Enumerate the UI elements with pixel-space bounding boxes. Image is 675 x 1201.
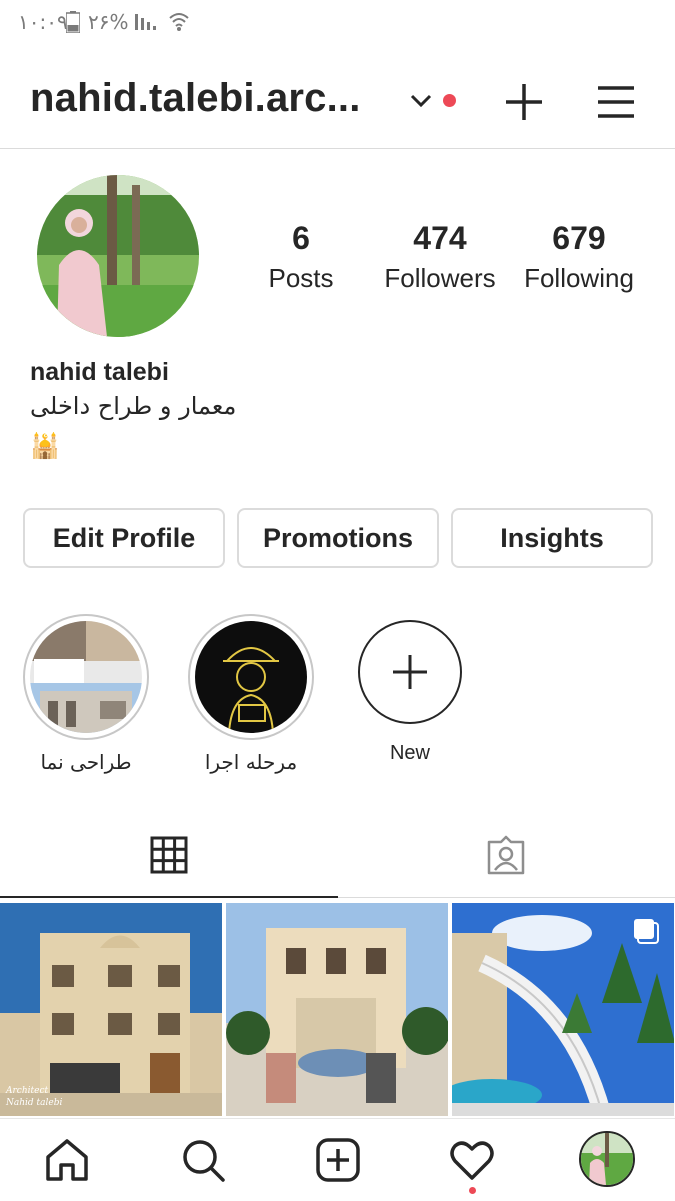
highlight-thumbnail [30, 621, 142, 733]
wifi-icon [169, 13, 189, 31]
post-thumbnail[interactable] [226, 903, 448, 1116]
profile-avatar[interactable] [579, 1131, 635, 1187]
post-image [226, 903, 448, 1116]
heart-icon[interactable] [449, 1137, 495, 1183]
battery-percent: ۲۶% [88, 10, 129, 34]
multiple-posts-icon [634, 919, 659, 944]
stat-following-label: Following [524, 263, 634, 293]
stat-posts[interactable]: 6 Posts [231, 218, 371, 298]
plus-icon[interactable] [500, 78, 548, 126]
highlight-ring [188, 614, 314, 740]
hamburger-menu-icon[interactable] [592, 78, 640, 126]
notification-dot [443, 94, 456, 107]
grid-icon[interactable] [150, 836, 188, 874]
highlight-label: New [389, 742, 430, 764]
home-icon[interactable] [44, 1137, 90, 1183]
tagged-icon[interactable] [485, 834, 527, 876]
active-tab-indicator [0, 896, 338, 898]
highlight-label: طراحی نما [40, 750, 132, 774]
profile-photo-small [581, 1133, 633, 1185]
edit-profile-button[interactable]: Edit Profile [23, 508, 225, 568]
new-post-icon[interactable] [315, 1137, 361, 1183]
stat-following-number: 679 [552, 220, 606, 256]
stat-following[interactable]: 679 Following [509, 218, 649, 298]
battery-icon [66, 11, 80, 33]
activity-dot [469, 1187, 476, 1194]
status-bar: ۱۰:۰۹ ۲۶% [0, 0, 675, 44]
profile-tabs [0, 810, 675, 900]
highlight-execution-stage[interactable]: مرحله اجرا [186, 614, 316, 774]
chevron-down-icon[interactable] [408, 88, 434, 114]
username-switcher[interactable]: nahid.talebi.arc... [30, 76, 361, 121]
profile-avatar[interactable] [37, 175, 199, 337]
profile-photo [37, 175, 199, 337]
stat-followers-number: 474 [413, 220, 467, 256]
stat-posts-label: Posts [268, 263, 334, 293]
status-time: ۱۰:۰۹ [18, 10, 68, 34]
post-watermark: Architect Nahid talebi [6, 1086, 63, 1108]
new-highlight-ring [358, 620, 462, 724]
highlight-facade-design[interactable]: طراحی نما [21, 614, 151, 774]
mosque-emoji: 🕌 [30, 433, 60, 460]
insights-button[interactable]: Insights [451, 508, 653, 568]
plus-icon [393, 655, 427, 689]
tab-divider [338, 897, 675, 898]
new-highlight-button[interactable]: New [345, 614, 475, 765]
bottom-navigation [0, 1118, 675, 1201]
stat-posts-number: 6 [292, 220, 310, 256]
post-thumbnail[interactable] [452, 903, 674, 1116]
highlight-thumbnail [195, 621, 307, 733]
signal-icon [135, 14, 156, 30]
profile-header: nahid.talebi.arc... [0, 52, 675, 149]
highlight-ring [23, 614, 149, 740]
bio-text: معمار و طراح داخلی [30, 392, 237, 420]
post-thumbnail[interactable]: Architect Nahid talebi [0, 903, 222, 1116]
full-name: nahid talebi [30, 358, 169, 386]
search-icon[interactable] [180, 1137, 226, 1183]
promotions-button[interactable]: Promotions [237, 508, 439, 568]
stat-followers[interactable]: 474 Followers [370, 218, 510, 298]
highlight-label: مرحله اجرا [204, 750, 298, 774]
stat-followers-label: Followers [384, 263, 496, 293]
